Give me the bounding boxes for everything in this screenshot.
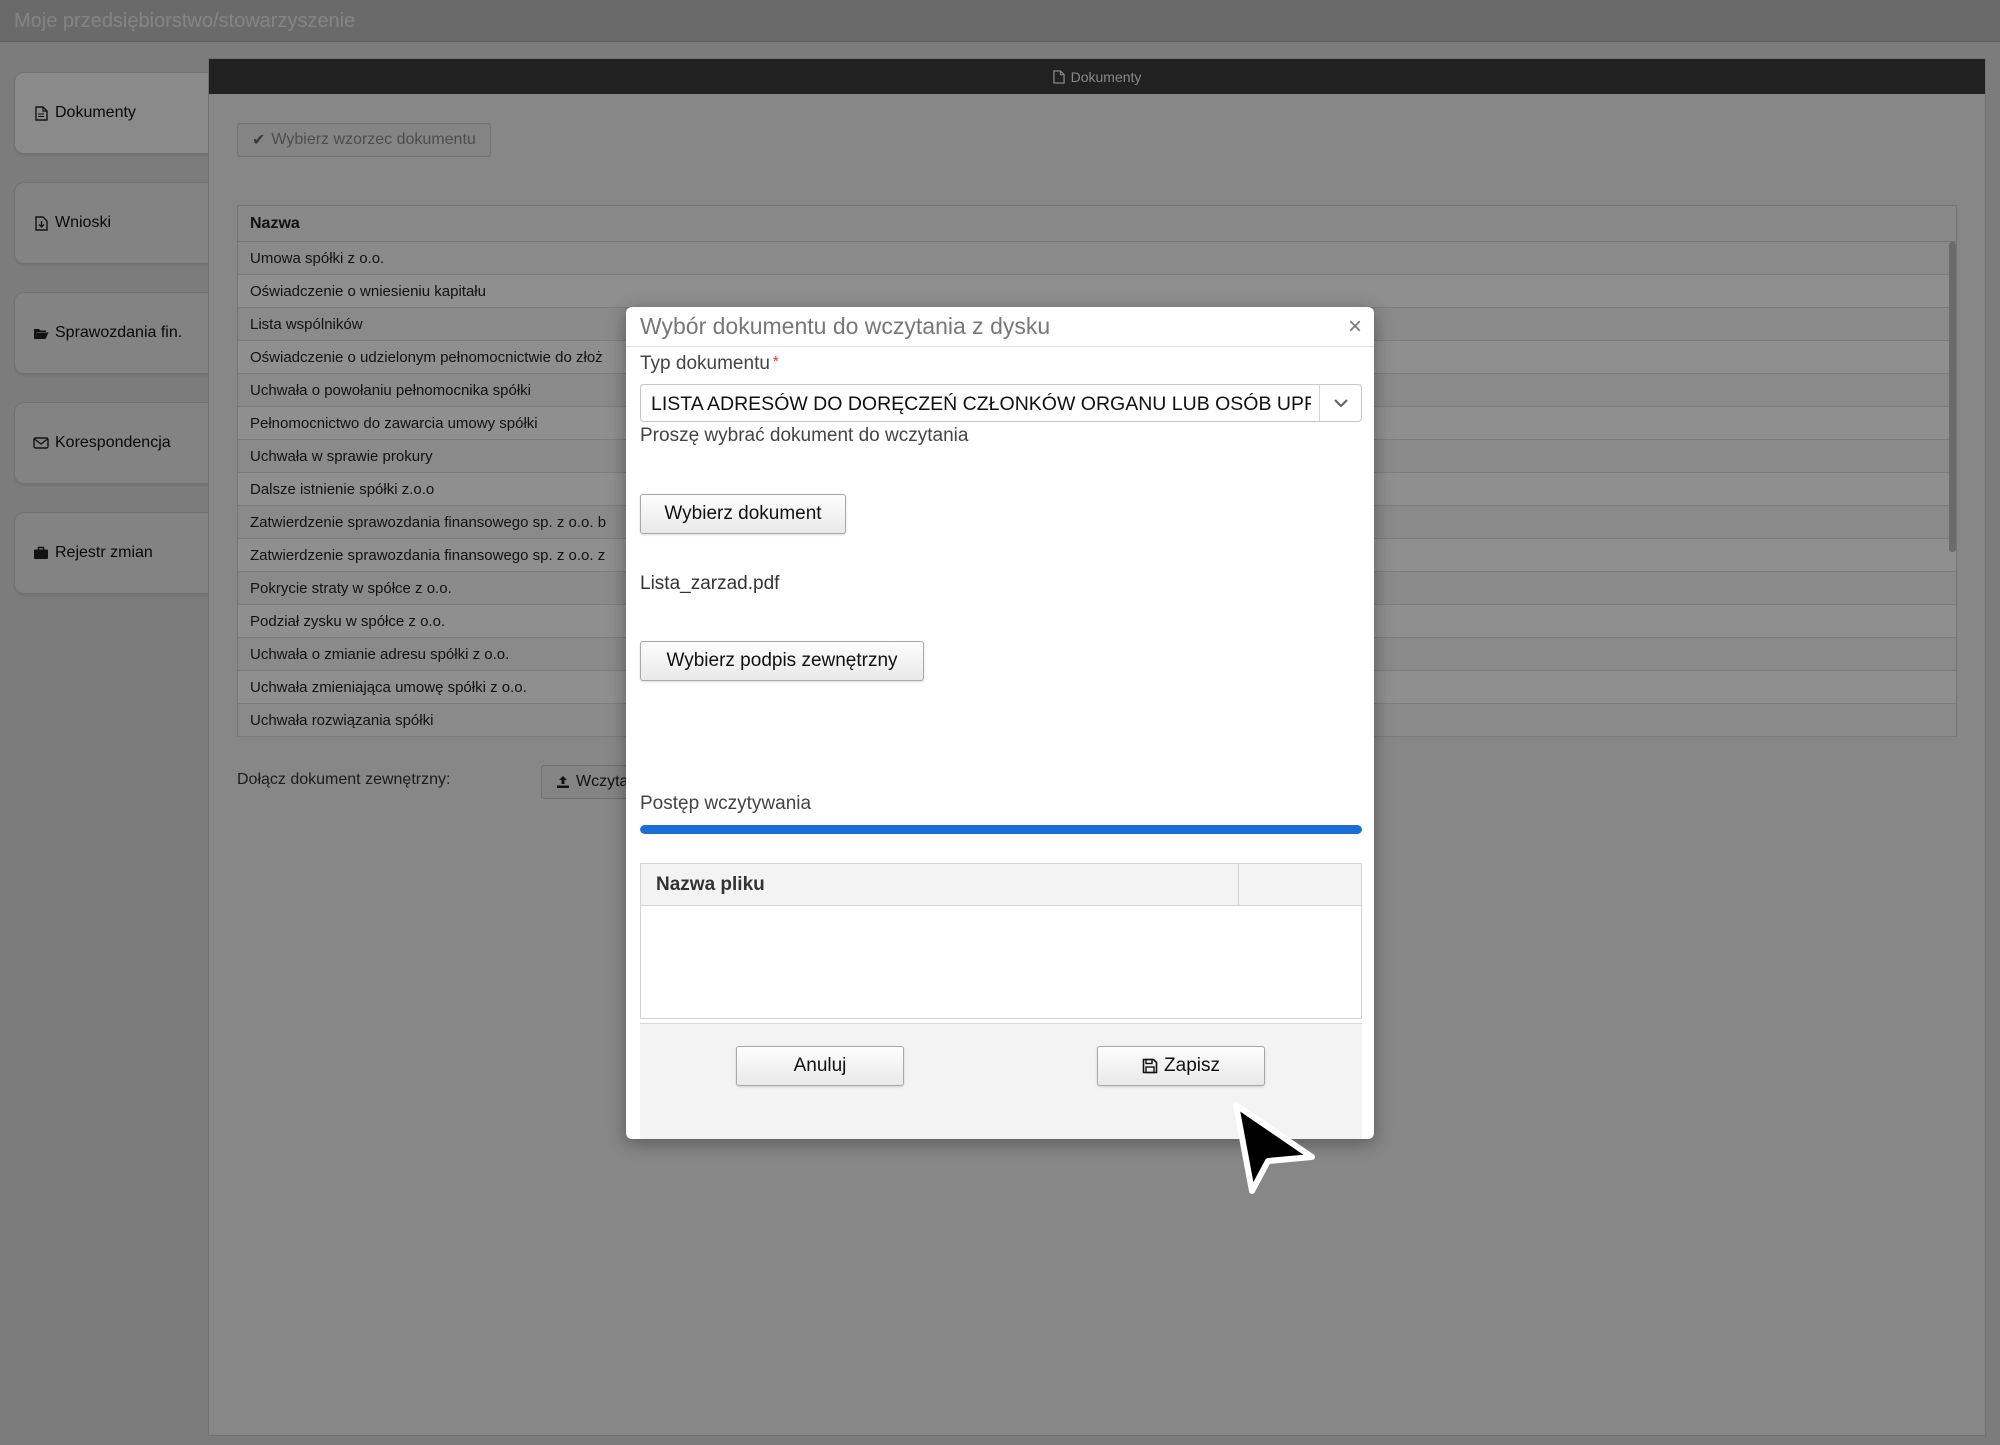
cancel-button[interactable]: Anuluj bbox=[736, 1046, 904, 1086]
file-table-header: Nazwa pliku bbox=[641, 864, 1361, 906]
choose-hint: Proszę wybrać dokument do wczytania bbox=[640, 425, 969, 446]
progress-label: Postęp wczytywania bbox=[640, 793, 812, 814]
close-icon[interactable]: × bbox=[1348, 315, 1362, 339]
document-type-select[interactable]: LISTA ADRESÓW DO DORĘCZEŃ CZŁONKÓW ORGAN… bbox=[640, 384, 1362, 422]
mouse-pointer-icon bbox=[1233, 1102, 1315, 1194]
document-type-label-text: Typ dokumentu bbox=[640, 353, 770, 374]
upload-progress-bar bbox=[640, 825, 1362, 834]
save-button[interactable]: Zapisz bbox=[1097, 1046, 1265, 1086]
selected-file-name: Lista_zarzad.pdf bbox=[640, 573, 780, 594]
chevron-down-icon[interactable] bbox=[1319, 385, 1361, 421]
dialog-title: Wybór dokumentu do wczytania z dysku bbox=[640, 313, 1051, 339]
file-table-header-name: Nazwa pliku bbox=[641, 864, 1239, 905]
file-table: Nazwa pliku bbox=[640, 863, 1362, 1019]
title-divider bbox=[626, 346, 1374, 347]
upload-dialog: Wybór dokumentu do wczytania z dysku × T… bbox=[626, 307, 1374, 1139]
choose-signature-button[interactable]: Wybierz podpis zewnętrzny bbox=[640, 641, 924, 681]
floppy-disk-icon bbox=[1142, 1058, 1158, 1074]
required-marker: * bbox=[772, 353, 779, 370]
document-type-value: LISTA ADRESÓW DO DORĘCZEŃ CZŁONKÓW ORGAN… bbox=[651, 393, 1311, 415]
save-label: Zapisz bbox=[1164, 1055, 1220, 1076]
document-type-label: Typ dokumentu * bbox=[640, 353, 779, 375]
upload-progress-fill bbox=[640, 825, 1362, 834]
file-table-header-actions bbox=[1239, 864, 1361, 905]
choose-document-button[interactable]: Wybierz dokument bbox=[640, 494, 846, 534]
